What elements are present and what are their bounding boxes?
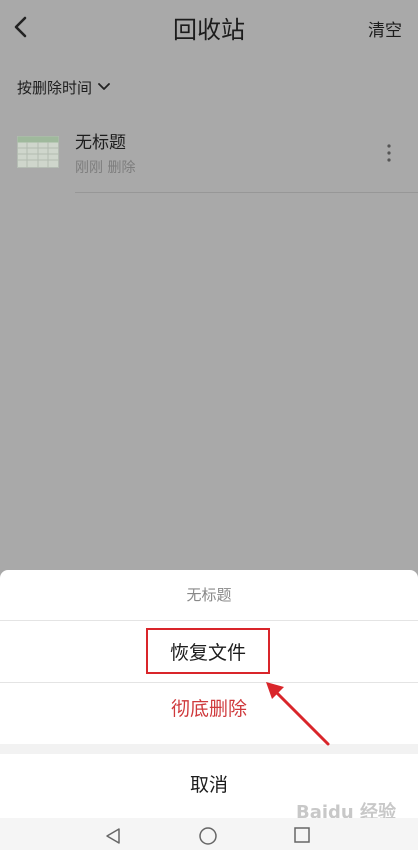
nav-back-icon[interactable]: [104, 827, 122, 845]
system-nav-bar: [0, 818, 418, 850]
clear-button[interactable]: 清空: [368, 16, 402, 41]
chevron-down-icon: [98, 83, 110, 90]
action-sheet-title: 无标题: [186, 586, 232, 604]
divider: [0, 682, 418, 683]
file-name: 无标题: [75, 133, 126, 153]
top-bar: 回收站 清空: [0, 0, 418, 56]
divider: [0, 620, 418, 621]
more-vertical-icon[interactable]: [386, 142, 392, 164]
spreadsheet-icon: [17, 136, 59, 168]
arrow-annotation: [266, 682, 330, 746]
restore-file-button[interactable]: 恢复文件: [146, 628, 270, 674]
row-divider: [75, 192, 418, 193]
file-list-item[interactable]: 无标题 刚刚 删除: [0, 118, 418, 194]
nav-home-icon[interactable]: [198, 826, 218, 846]
page-title: 回收站: [173, 16, 245, 44]
file-deleted-time: 刚刚 删除: [75, 160, 136, 176]
sheet-separator: [0, 744, 418, 754]
nav-recent-icon[interactable]: [293, 826, 311, 844]
sort-label: 按删除时间: [17, 78, 93, 97]
permanent-delete-button[interactable]: 彻底删除: [0, 694, 418, 721]
sort-dropdown[interactable]: 按删除时间: [17, 76, 110, 98]
